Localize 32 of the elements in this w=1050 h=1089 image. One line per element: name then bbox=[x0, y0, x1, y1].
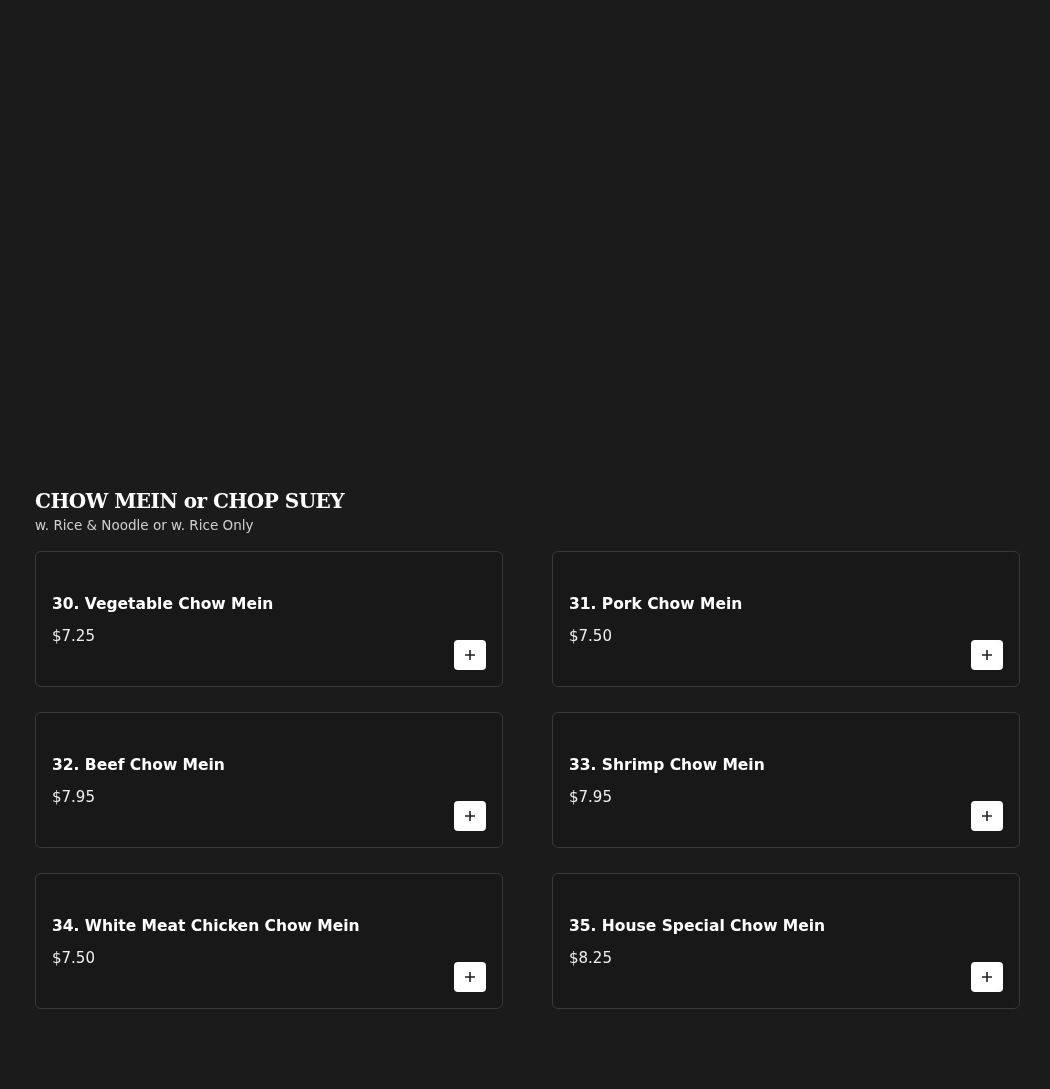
plus-icon bbox=[982, 650, 992, 660]
menu-item-card[interactable]: 30. Vegetable Chow Mein $7.25 bbox=[35, 551, 503, 687]
plus-icon bbox=[982, 811, 992, 821]
item-name: 35. House Special Chow Mein bbox=[569, 916, 826, 936]
item-price: $7.50 bbox=[569, 627, 612, 645]
add-button[interactable] bbox=[971, 801, 1003, 831]
add-button[interactable] bbox=[454, 640, 486, 670]
item-name: 34. White Meat Chicken Chow Mein bbox=[52, 916, 360, 936]
item-name: 33. Shrimp Chow Mein bbox=[569, 755, 765, 775]
plus-icon bbox=[465, 811, 475, 821]
item-price: $7.95 bbox=[569, 788, 612, 806]
section-title: CHOW MEIN or CHOP SUEY bbox=[35, 488, 346, 514]
item-name: 32. Beef Chow Mein bbox=[52, 755, 225, 775]
menu-item-card[interactable]: 32. Beef Chow Mein $7.95 bbox=[35, 712, 503, 848]
add-button[interactable] bbox=[971, 962, 1003, 992]
item-name: 31. Pork Chow Mein bbox=[569, 594, 743, 614]
plus-icon bbox=[465, 972, 475, 982]
add-button[interactable] bbox=[454, 962, 486, 992]
menu-item-card[interactable]: 34. White Meat Chicken Chow Mein $7.50 bbox=[35, 873, 503, 1009]
section-subtitle: w. Rice & Noodle or w. Rice Only bbox=[35, 517, 254, 533]
add-button[interactable] bbox=[971, 640, 1003, 670]
item-price: $7.50 bbox=[52, 949, 95, 967]
plus-icon bbox=[982, 972, 992, 982]
item-price: $7.95 bbox=[52, 788, 95, 806]
add-button[interactable] bbox=[454, 801, 486, 831]
item-price: $7.25 bbox=[52, 627, 95, 645]
item-price: $8.25 bbox=[569, 949, 612, 967]
menu-item-card[interactable]: 35. House Special Chow Mein $8.25 bbox=[552, 873, 1020, 1009]
menu-item-card[interactable]: 33. Shrimp Chow Mein $7.95 bbox=[552, 712, 1020, 848]
plus-icon bbox=[465, 650, 475, 660]
menu-item-card[interactable]: 31. Pork Chow Mein $7.50 bbox=[552, 551, 1020, 687]
item-name: 30. Vegetable Chow Mein bbox=[52, 594, 274, 614]
